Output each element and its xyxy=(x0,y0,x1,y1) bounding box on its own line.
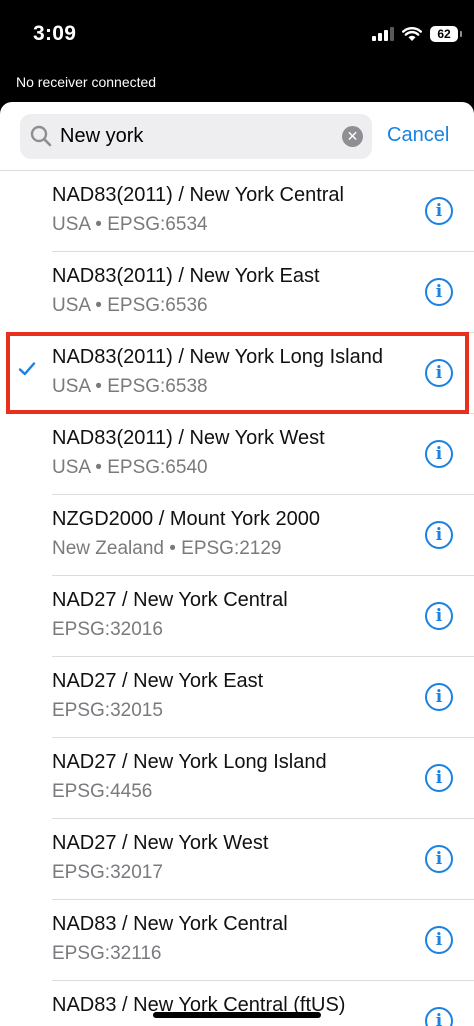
status-icons: 62 xyxy=(372,24,462,44)
wifi-icon xyxy=(402,26,422,41)
item-title: NAD83(2011) / New York Long Island xyxy=(52,346,383,368)
item-subtitle: USA • EPSG:6540 xyxy=(52,457,208,478)
item-subtitle: EPSG:32116 xyxy=(52,943,162,964)
coordinate-system-sheet: New york ✕ Cancel NAD83(2011) / New York… xyxy=(0,102,474,1026)
battery-level: 62 xyxy=(437,27,451,41)
search-query[interactable]: New york xyxy=(60,125,143,148)
item-title: NAD27 / New York East xyxy=(52,670,264,692)
item-subtitle: USA • EPSG:6534 xyxy=(52,214,208,235)
item-subtitle: New Zealand • EPSG:2129 xyxy=(52,538,282,559)
info-icon[interactable]: i xyxy=(425,197,453,225)
list-item[interactable]: NAD27 / New York East EPSG:32015 i xyxy=(0,657,474,738)
item-subtitle: EPSG:4456 xyxy=(52,781,153,802)
search-bar: New york ✕ Cancel xyxy=(0,102,474,171)
checkmark-icon xyxy=(18,362,36,376)
list-item[interactable]: NAD83(2011) / New York East USA • EPSG:6… xyxy=(0,252,474,333)
info-icon[interactable]: i xyxy=(425,926,453,954)
info-icon[interactable]: i xyxy=(425,359,453,387)
list-item[interactable]: NAD83 / New York Central (ftUS) i xyxy=(0,981,474,1026)
item-subtitle: EPSG:32015 xyxy=(52,700,163,721)
item-title: NAD27 / New York Long Island xyxy=(52,751,327,773)
list-item[interactable]: NAD83(2011) / New York Central USA • EPS… xyxy=(0,171,474,252)
info-icon[interactable]: i xyxy=(425,1007,453,1026)
cellular-signal-icon xyxy=(372,27,394,41)
info-icon[interactable]: i xyxy=(425,764,453,792)
item-title: NAD83(2011) / New York Central xyxy=(52,184,344,206)
list-item[interactable]: NAD83(2011) / New York West USA • EPSG:6… xyxy=(0,414,474,495)
list-item[interactable]: NAD27 / New York West EPSG:32017 i xyxy=(0,819,474,900)
receiver-status: No receiver connected xyxy=(16,74,157,90)
item-title: NAD83(2011) / New York West xyxy=(52,427,325,449)
battery-icon: 62 xyxy=(430,26,462,42)
list-item[interactable]: NZGD2000 / Mount York 2000 New Zealand •… xyxy=(0,495,474,576)
info-icon[interactable]: i xyxy=(425,602,453,630)
status-bar: 3:09 62 xyxy=(0,0,474,70)
item-subtitle: USA • EPSG:6538 xyxy=(52,376,208,397)
home-indicator[interactable] xyxy=(153,1012,321,1018)
list-item[interactable]: NAD27 / New York Long Island EPSG:4456 i xyxy=(0,738,474,819)
item-subtitle: EPSG:32016 xyxy=(52,619,163,640)
item-title: NAD83(2011) / New York East xyxy=(52,265,320,287)
search-icon xyxy=(30,125,52,147)
list-item[interactable]: NAD83 / New York Central EPSG:32116 i xyxy=(0,900,474,981)
item-subtitle: EPSG:32017 xyxy=(52,862,163,883)
item-title: NAD27 / New York Central xyxy=(52,589,288,611)
info-icon[interactable]: i xyxy=(425,683,453,711)
results-list: NAD83(2011) / New York Central USA • EPS… xyxy=(0,171,474,1026)
list-item-selected[interactable]: NAD83(2011) / New York Long Island USA •… xyxy=(0,333,474,414)
clear-search-icon[interactable]: ✕ xyxy=(342,126,363,147)
item-title: NAD83 / New York Central xyxy=(52,913,288,935)
item-title: NZGD2000 / Mount York 2000 xyxy=(52,508,320,530)
item-subtitle: USA • EPSG:6536 xyxy=(52,295,208,316)
info-icon[interactable]: i xyxy=(425,521,453,549)
item-title: NAD27 / New York West xyxy=(52,832,269,854)
info-icon[interactable]: i xyxy=(425,278,453,306)
search-input[interactable]: New york ✕ xyxy=(20,114,372,159)
status-time: 3:09 xyxy=(33,22,77,45)
info-icon[interactable]: i xyxy=(425,845,453,873)
cancel-button[interactable]: Cancel xyxy=(387,124,449,147)
list-item[interactable]: NAD27 / New York Central EPSG:32016 i xyxy=(0,576,474,657)
info-icon[interactable]: i xyxy=(425,440,453,468)
